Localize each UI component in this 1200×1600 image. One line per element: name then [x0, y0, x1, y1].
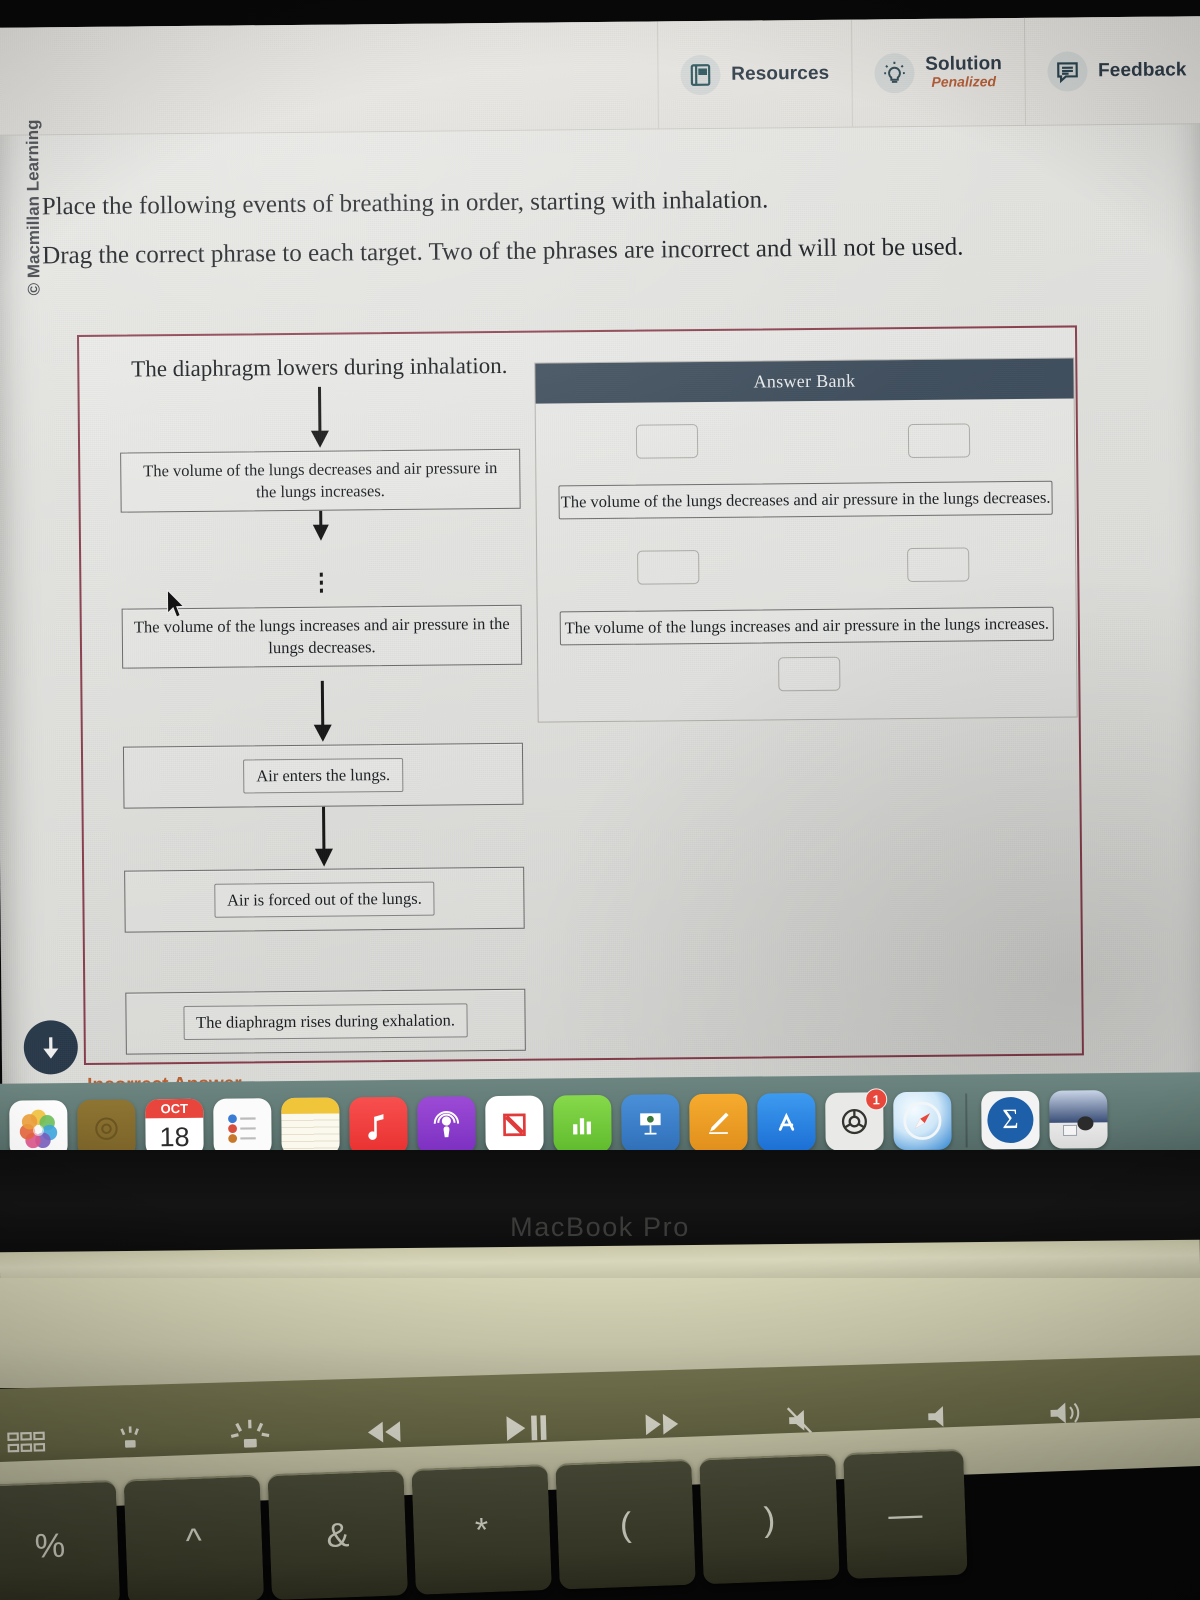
down-arrow-icon	[314, 806, 333, 867]
news-icon[interactable]	[485, 1095, 544, 1155]
answer-bank-placeholder[interactable]	[635, 424, 699, 459]
dock-divider	[965, 1093, 968, 1148]
system-settings-icon[interactable]: 1	[825, 1088, 888, 1161]
answer-bank-placeholder[interactable]	[907, 423, 971, 459]
down-arrow-icon	[312, 510, 329, 595]
answer-bank-title: Answer Bank	[535, 358, 1074, 404]
activity-content: © Macmillan Learning Place the following…	[0, 119, 1200, 1148]
lightbulb-icon	[874, 52, 915, 93]
ordering-flowchart: The diaphragm lowers during inhalation. …	[119, 343, 526, 1055]
calendar-icon[interactable]: OCT 18	[145, 1098, 204, 1158]
comment-icon	[1046, 50, 1088, 92]
flow-arrow-3-wrap	[122, 679, 523, 745]
numbers-icon[interactable]	[553, 1094, 612, 1154]
question-prompt-line-1: Place the following events of breathing …	[41, 186, 769, 221]
answer-bank-body[interactable]: The volume of the lungs decreases and ai…	[536, 398, 1077, 722]
app-store-icon[interactable]	[757, 1092, 816, 1152]
feedback-button[interactable]: Feedback	[1023, 16, 1200, 125]
drop-slot-4[interactable]: Air is forced out of the lungs.	[124, 866, 525, 933]
key-asterisk[interactable]: *	[411, 1463, 552, 1595]
resources-button[interactable]: Resources	[656, 19, 852, 129]
mouse-cursor	[166, 588, 185, 618]
flow-arrow-4-wrap	[124, 805, 525, 871]
dropped-phrase-4[interactable]: Air is forced out of the lungs.	[213, 881, 435, 918]
question-card: The diaphragm lowers during inhalation. …	[76, 325, 1084, 1066]
flowchart-heading: The diaphragm lowers during inhalation.	[131, 352, 508, 382]
preview-thumbnail-icon[interactable]	[1049, 1090, 1108, 1149]
answer-bank-placeholder[interactable]	[778, 656, 841, 692]
resources-label: Resources	[731, 62, 830, 85]
mission-control-icon[interactable]	[0, 1427, 73, 1457]
drop-slot-5[interactable]: The diaphragm rises during exhalation.	[125, 988, 526, 1055]
keyboard-brightness-down-icon[interactable]	[72, 1422, 189, 1457]
answer-bank-item-1[interactable]: The volume of the lungs decreases and ai…	[558, 480, 1053, 520]
down-arrow-icon	[43, 1037, 59, 1059]
notes-header-band	[281, 1097, 340, 1115]
laptop-screen: Resources Solution Penalized Feedback © …	[0, 16, 1200, 1148]
key-percent[interactable]: %	[0, 1479, 121, 1600]
dropped-phrase-1[interactable]: The volume of the lungs decreases and ai…	[121, 451, 520, 511]
question-instructions-line-2: Drag the correct phrase to each target. …	[42, 233, 964, 270]
key-caret[interactable]: ^	[123, 1474, 265, 1600]
answer-bank-item-2[interactable]: The volume of the lungs increases and ai…	[559, 606, 1054, 646]
key-paren-open[interactable]: (	[555, 1458, 696, 1590]
macbook-pro-label: MacBook Pro	[510, 1212, 690, 1242]
feedback-label: Feedback	[1097, 58, 1187, 81]
keyboard-brightness-up-icon[interactable]	[188, 1417, 313, 1454]
down-arrow-icon	[310, 386, 329, 448]
calendar-month: OCT	[145, 1098, 204, 1119]
activity-toolbar: Resources Solution Penalized Feedback	[0, 16, 1200, 136]
keynote-icon[interactable]	[621, 1094, 680, 1153]
solution-button[interactable]: Solution Penalized	[850, 17, 1025, 127]
solution-penalized-note: Penalized	[931, 73, 997, 91]
down-arrow-icon	[313, 680, 332, 742]
settings-badge-count: 1	[865, 1088, 888, 1111]
music-icon[interactable]	[349, 1096, 408, 1156]
book-icon	[680, 54, 721, 95]
flow-arrow-1-wrap	[119, 385, 520, 451]
key-paren-close[interactable]: )	[699, 1453, 840, 1585]
sigma-app-icon[interactable]: Σ	[981, 1090, 1040, 1150]
dropped-phrase-5[interactable]: The diaphragm rises during exhalation.	[182, 1003, 469, 1041]
notes-icon[interactable]	[281, 1097, 340, 1157]
drop-slot-1[interactable]: The volume of the lungs decreases and ai…	[120, 448, 521, 513]
podcasts-icon[interactable]	[417, 1096, 476, 1155]
scroll-down-button[interactable]	[23, 1020, 79, 1075]
drop-slot-3[interactable]: Air enters the lungs.	[122, 742, 524, 809]
reminders-icon[interactable]	[213, 1098, 272, 1157]
answer-bank-panel: Answer Bank The volume of the lungs decr…	[534, 357, 1078, 723]
pages-icon[interactable]	[689, 1093, 748, 1153]
dropped-phrase-3[interactable]: Air enters the lungs.	[243, 757, 404, 794]
key-minus[interactable]: —	[843, 1448, 968, 1579]
solution-label: Solution	[925, 53, 1003, 75]
key-ampersand[interactable]: &	[267, 1469, 408, 1600]
solution-label-stack: Solution Penalized	[925, 53, 1002, 91]
photograph-of-laptop: Resources Solution Penalized Feedback © …	[0, 0, 1200, 1600]
safari-icon[interactable]	[893, 1091, 952, 1151]
answer-bank-placeholder[interactable]	[637, 550, 700, 585]
answer-bank-placeholder[interactable]	[907, 547, 970, 583]
sigma-glyph: Σ	[987, 1096, 1034, 1144]
rewind-icon[interactable]	[312, 1415, 457, 1449]
